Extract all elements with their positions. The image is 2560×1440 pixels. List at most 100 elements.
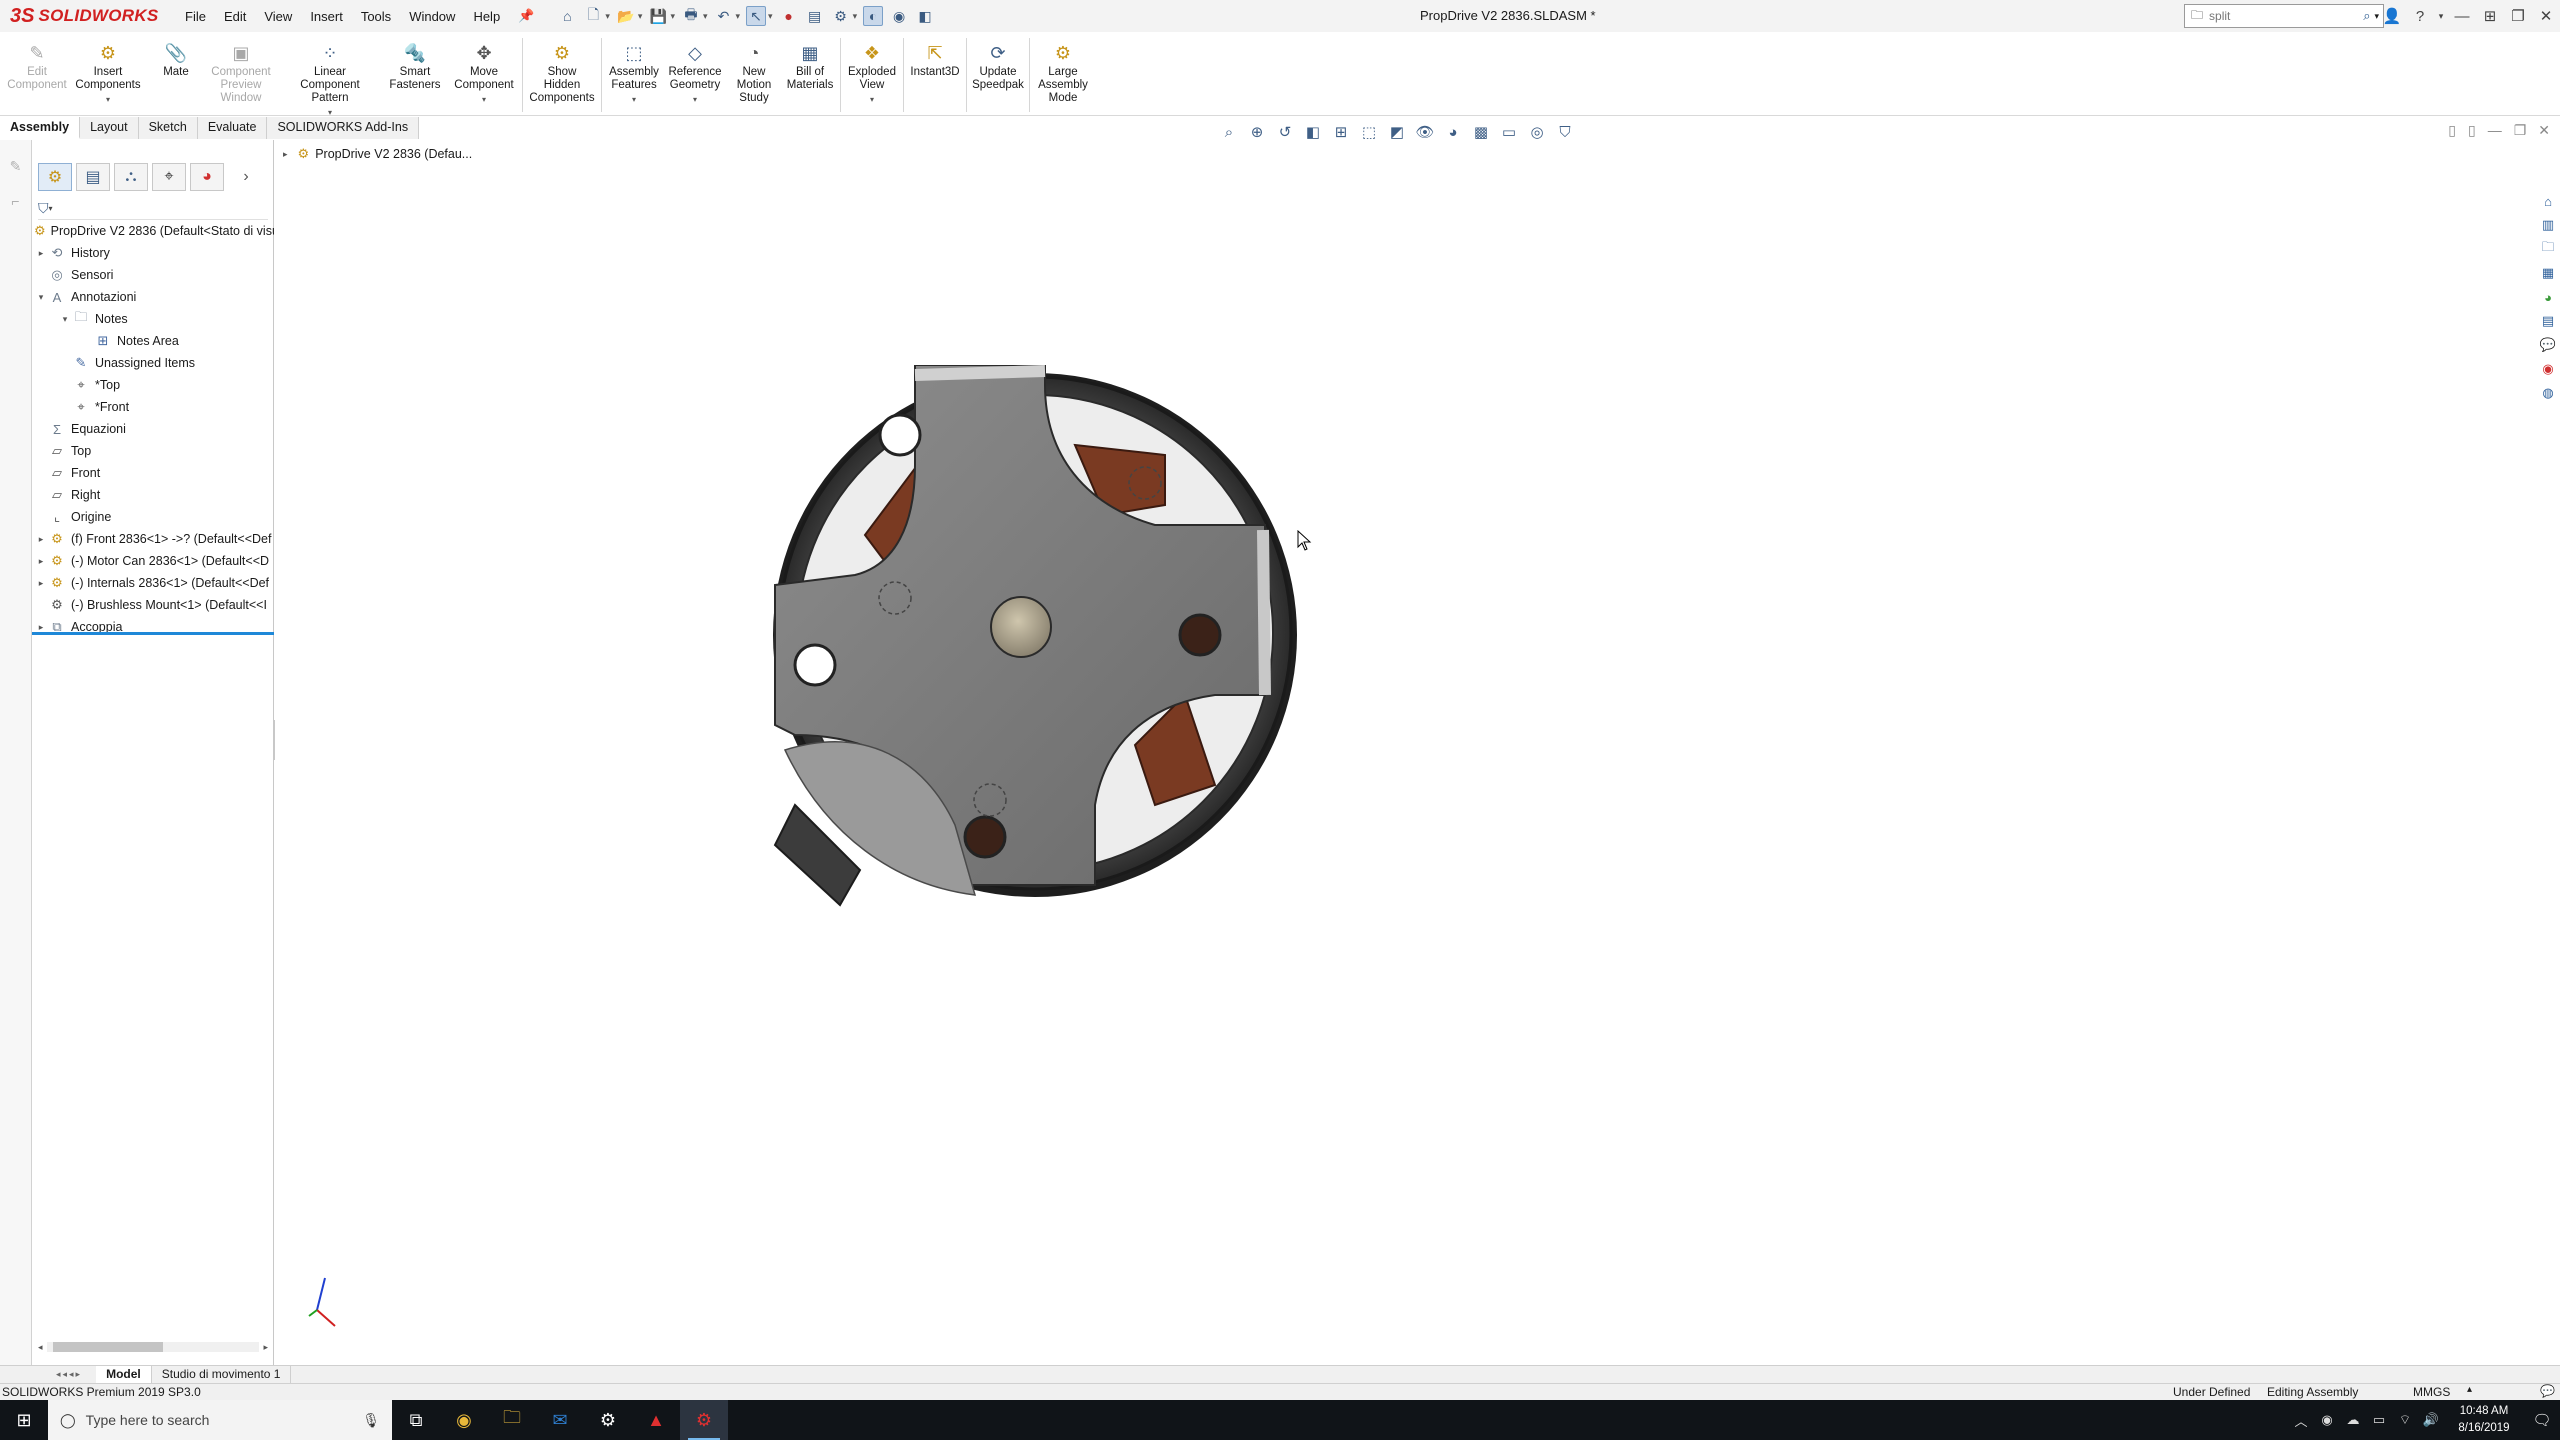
- view-palette-icon[interactable]: ▦: [2538, 264, 2558, 282]
- motor-assembly-model[interactable]: [745, 365, 1325, 925]
- traffic-light-icon[interactable]: ●: [779, 6, 799, 26]
- expand-chevron-icon[interactable]: ▸: [34, 248, 48, 259]
- acrobat-icon[interactable]: ▲: [632, 1400, 680, 1440]
- edit-component-button[interactable]: ✎ Edit Component: [6, 32, 68, 92]
- menu-edit[interactable]: Edit: [215, 9, 255, 24]
- taskbar-search-input[interactable]: ◯ Type here to search 🎙: [48, 1400, 392, 1440]
- design-library-icon[interactable]: ▥: [2538, 216, 2558, 234]
- search-icon[interactable]: ⌕: [2363, 8, 2370, 24]
- tree-node-notes-area[interactable]: ⊞ Notes Area: [32, 330, 274, 352]
- file-properties-icon[interactable]: ▤: [805, 6, 825, 26]
- task-view-icon[interactable]: ⧉: [392, 1400, 440, 1440]
- displaymanager-tab-icon[interactable]: ◕: [190, 163, 224, 191]
- solidworks-forum-icon[interactable]: ◉: [2538, 360, 2558, 378]
- tab-solidworks-add-ins[interactable]: SOLIDWORKS Add-Ins: [267, 117, 420, 139]
- reference-geometry-caret-icon[interactable]: ▾: [693, 93, 697, 106]
- reference-geometry-button[interactable]: ◇ Reference Geometry ▾: [664, 32, 726, 106]
- open-caret-icon[interactable]: ▾: [638, 11, 643, 22]
- graphics-area[interactable]: ▸ ⚙ PropDrive V2 2836 (Defau...: [275, 140, 2520, 1365]
- tile-windows-icon[interactable]: ⊞: [2476, 7, 2504, 25]
- close-icon[interactable]: ✕: [2532, 7, 2560, 25]
- tree-node-annotations[interactable]: ▾ A Annotazioni: [32, 286, 274, 308]
- options-gear-icon[interactable]: ⚙: [831, 6, 851, 26]
- tab-motion-study-1[interactable]: Studio di movimento 1: [152, 1365, 292, 1384]
- collapse-chevron-icon[interactable]: ▾: [58, 314, 72, 325]
- tree-node-front-2836[interactable]: ▸ ⚙ (f) Front 2836<1> ->? (Default<<Def: [32, 528, 274, 550]
- show-hidden-components-button[interactable]: ⚙ Show Hidden Components: [525, 32, 599, 105]
- tab-sketch[interactable]: Sketch: [138, 117, 198, 139]
- propertymanager-tab-icon[interactable]: ▤: [76, 163, 110, 191]
- tree-node-annotation-front[interactable]: ⌖ *Front: [32, 396, 274, 418]
- section-view-icon[interactable]: ◧: [915, 6, 935, 26]
- pin-menu-icon[interactable]: 📌: [509, 8, 543, 24]
- new-caret-icon[interactable]: ▾: [605, 11, 610, 22]
- onedrive-icon[interactable]: ☁: [2340, 1412, 2366, 1428]
- undo-caret-icon[interactable]: ▾: [736, 11, 741, 22]
- tab-assembly[interactable]: Assembly: [0, 117, 81, 139]
- appearances-icon[interactable]: ◕: [2538, 288, 2558, 306]
- assembly-features-button[interactable]: ⬚ Assembly Features ▾: [604, 32, 664, 106]
- large-assembly-mode-button[interactable]: ⚙ Large Assembly Mode: [1032, 32, 1094, 105]
- expand-chevron-icon[interactable]: ▸: [34, 622, 48, 633]
- forum-icon[interactable]: 💬: [2538, 336, 2558, 354]
- insert-components-button[interactable]: ⚙ Insert Components ▾: [68, 32, 148, 106]
- linear-component-pattern-button[interactable]: ⁘ Linear Component Pattern ▾: [278, 32, 382, 119]
- volume-icon[interactable]: 🔊: [2418, 1412, 2444, 1428]
- move-component-caret-icon[interactable]: ▾: [482, 93, 486, 106]
- new-motion-study-button[interactable]: ◔ New Motion Study: [726, 32, 782, 105]
- filter-caret-icon[interactable]: ▾: [49, 204, 53, 213]
- insert-components-caret-icon[interactable]: ▾: [106, 93, 110, 106]
- assembly-features-caret-icon[interactable]: ▾: [632, 93, 636, 106]
- component-preview-window-button[interactable]: ▣ Component Preview Window: [204, 32, 278, 105]
- show-hidden-icons-chevron-icon[interactable]: ︿: [2288, 1411, 2314, 1430]
- file-explorer-icon[interactable]: 🗀: [2538, 239, 2558, 258]
- render-mode-icon[interactable]: ◉: [889, 6, 909, 26]
- flyout-expand-icon[interactable]: ▸: [283, 149, 288, 160]
- status-chat-icon[interactable]: 💬: [2540, 1384, 2555, 1398]
- restore-icon[interactable]: ❐: [2504, 7, 2532, 25]
- rollback-bar[interactable]: [32, 632, 274, 635]
- solidworks-logo[interactable]: 3S SOLIDWORKS: [0, 0, 158, 32]
- outlook-icon[interactable]: ✉: [536, 1400, 584, 1440]
- help-icon[interactable]: ?: [2406, 8, 2434, 25]
- tree-node-notes[interactable]: ▾ 🗀 Notes: [32, 308, 274, 330]
- save-icon[interactable]: 💾: [648, 6, 668, 26]
- print-caret-icon[interactable]: ▾: [703, 11, 708, 22]
- scroll-track[interactable]: [46, 1342, 260, 1352]
- tab-navigation-arrows[interactable]: ◂◂◂▸: [56, 1369, 82, 1380]
- menu-window[interactable]: Window: [400, 9, 464, 24]
- tree-node-internals-2836[interactable]: ▸ ⚙ (-) Internals 2836<1> (Default<<Def: [32, 572, 274, 594]
- wifi-icon[interactable]: ⌔: [2392, 1412, 2418, 1428]
- more-tabs-chevron-icon[interactable]: ›: [236, 163, 256, 191]
- instant3d-button[interactable]: ⇱ Instant3D: [906, 32, 964, 79]
- configurationmanager-tab-icon[interactable]: ⛬: [114, 163, 148, 191]
- tree-node-brushless-mount[interactable]: ⚙ (-) Brushless Mount<1> (Default<<I: [32, 594, 274, 616]
- expand-chevron-icon[interactable]: ▸: [34, 578, 48, 589]
- tree-node-equations[interactable]: Σ Equazioni: [32, 418, 274, 440]
- doc-close-icon[interactable]: ✕: [2538, 122, 2550, 139]
- microphone-icon[interactable]: 🎙: [362, 1412, 380, 1429]
- tree-filter[interactable]: ⛉ ▾: [38, 198, 268, 220]
- dimxpert-tab-icon[interactable]: ⌖: [152, 163, 186, 191]
- tree-node-annotation-top[interactable]: ⌖ *Top: [32, 374, 274, 396]
- sketch-icon[interactable]: ✎: [0, 158, 31, 175]
- tree-node-unassigned-items[interactable]: ✎ Unassigned Items: [32, 352, 274, 374]
- mate-button[interactable]: 📎 Mate: [148, 32, 204, 79]
- solidworks-resources-icon[interactable]: ⌂: [2538, 192, 2558, 210]
- filter-icon[interactable]: ⛉: [38, 200, 49, 217]
- select-pointer-icon[interactable]: ↖: [746, 6, 767, 26]
- print-icon[interactable]: 🖶: [681, 6, 701, 26]
- search-scope-icon[interactable]: 🗀: [2191, 6, 2203, 27]
- menu-insert[interactable]: Insert: [301, 9, 352, 24]
- tree-node-plane-right[interactable]: ▱ Right: [32, 484, 274, 506]
- expand-chevron-icon[interactable]: ▸: [34, 534, 48, 545]
- update-speedpak-button[interactable]: ⟳ Update Speedpak: [969, 32, 1027, 92]
- tree-node-plane-front[interactable]: ▱ Front: [32, 462, 274, 484]
- split-vertical-icon[interactable]: ▯: [2468, 122, 2476, 139]
- doc-minimize-icon[interactable]: —: [2488, 122, 2502, 139]
- chrome-icon[interactable]: ◉: [440, 1400, 488, 1440]
- smart-fasteners-button[interactable]: 🔩 Smart Fasteners: [382, 32, 448, 92]
- menu-file[interactable]: File: [176, 9, 215, 24]
- tab-model[interactable]: Model: [96, 1365, 152, 1384]
- user-account-icon[interactable]: 👤: [2378, 7, 2406, 25]
